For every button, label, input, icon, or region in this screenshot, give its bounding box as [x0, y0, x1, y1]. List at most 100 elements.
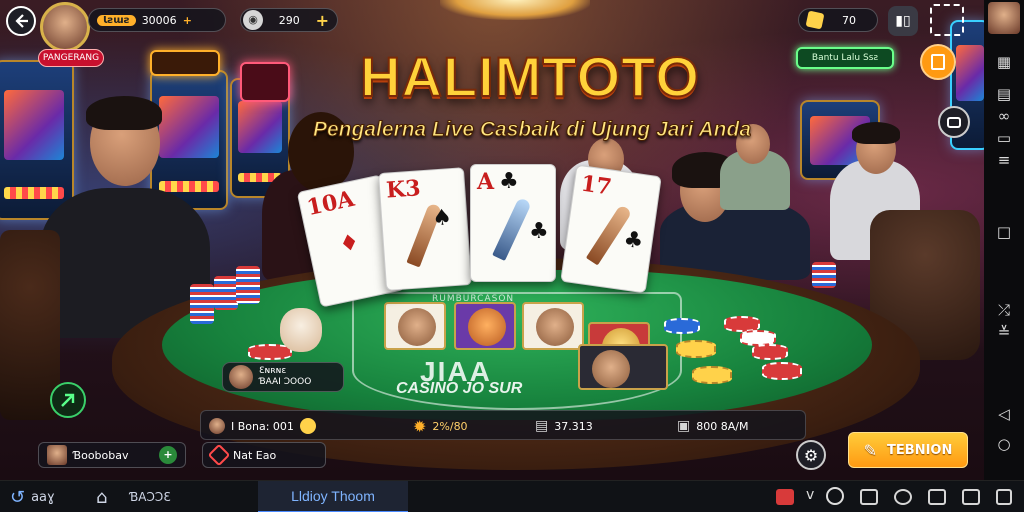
mini-card-2[interactable]	[454, 302, 516, 350]
add-friend-icon[interactable]: +	[159, 446, 177, 464]
bet-label: Nat Eao	[233, 448, 277, 462]
diamond-suit-icon: ♦	[337, 229, 362, 259]
club-suit-icon: ♣	[621, 226, 645, 255]
nav-back[interactable]: ↺ aaɣ	[10, 481, 55, 512]
stat-jackpot[interactable]: ▣ 800 8A/M	[677, 411, 748, 441]
timer-icon[interactable]	[894, 489, 912, 505]
tag-icon	[207, 443, 231, 467]
cash-icon: ▤	[535, 418, 549, 434]
playing-card-4[interactable]: 17 ♣	[560, 164, 662, 294]
mini-card-3[interactable]	[522, 302, 584, 350]
stat-bonus[interactable]: I Bona: 001	[209, 411, 316, 441]
add-coins-icon[interactable]: +	[316, 11, 329, 30]
nav-active-tab[interactable]: Lldioy Thoom	[258, 481, 408, 512]
clock-icon[interactable]	[826, 487, 844, 505]
gems-value: 70	[842, 13, 856, 27]
room-sign: Bantu Lalu Ssƨ	[796, 47, 894, 69]
player-info-bar[interactable]: Ɩƨɯƨ 30006 +	[88, 8, 226, 32]
wall-sign-left-2	[240, 62, 290, 102]
layers-icon[interactable]: ▭	[994, 128, 1014, 148]
edit-icon[interactable]	[962, 489, 980, 505]
blade-art	[492, 197, 532, 261]
balance-value: 30006	[141, 13, 177, 27]
chip-stack	[236, 266, 260, 304]
chevron-down-icon[interactable]: v	[806, 487, 814, 503]
coin-bag-icon: ◉	[243, 10, 263, 30]
link-icon[interactable]: ∞	[994, 106, 1014, 126]
mini-card-5[interactable]	[578, 344, 668, 390]
side-avatar[interactable]	[988, 2, 1020, 34]
club-suit-icon: ♣	[529, 219, 549, 244]
back-button[interactable]	[6, 6, 36, 36]
home-circle-icon[interactable]: ○	[994, 434, 1014, 454]
screen-icon[interactable]	[928, 489, 946, 505]
slot-machine-left-2	[150, 70, 228, 210]
pencil-icon: ✎	[863, 440, 878, 460]
share-button[interactable]	[50, 382, 86, 418]
quest-button[interactable]	[920, 44, 956, 80]
action-button[interactable]: ✎ TEBNION	[848, 432, 968, 468]
dealer-tag[interactable]: Ɛɴʀɴɛ ƁAAI ƆOOO	[222, 362, 344, 392]
dealer-tag-line1: Ɛɴʀɴɛ	[259, 366, 287, 376]
nav-home[interactable]: ⌂ ƁAƆƆƐ	[96, 481, 171, 512]
shuffle-icon[interactable]: ⤮	[994, 300, 1014, 320]
record-icon[interactable]	[776, 489, 794, 505]
bet-button[interactable]: Nat Eao	[202, 442, 326, 468]
gem-icon	[805, 10, 825, 30]
gear-icon: ⚙	[803, 445, 819, 465]
chat-user-name: Ɓoobobav	[73, 448, 129, 462]
player-name-chip: Ɩƨɯƨ	[97, 14, 136, 26]
nav-home-label: ƁAƆƆƐ	[129, 490, 171, 504]
document-icon	[931, 54, 945, 70]
dealer-avatar	[229, 365, 253, 389]
card-rank: A	[477, 169, 495, 195]
back-triangle-icon[interactable]: ◁	[994, 404, 1014, 424]
chandelier	[440, 0, 590, 20]
menu-icon[interactable]: ≡	[994, 150, 1014, 170]
game-title: HALIMTOTO	[359, 44, 700, 109]
player-avatar[interactable]	[40, 2, 90, 52]
wall-sign-left	[150, 50, 220, 76]
spade-suit-icon: ♠	[431, 205, 453, 232]
card-rank: K3	[385, 175, 422, 204]
stat-bonus-value: I Bona: 001	[231, 419, 294, 433]
sun-coin-icon: ✹	[413, 416, 427, 436]
coin-icon	[299, 418, 316, 434]
gems-bar[interactable]: 70	[798, 8, 878, 32]
grid-icon[interactable]: ▦	[994, 52, 1014, 72]
fullscreen-button[interactable]	[930, 4, 964, 36]
dealer-tag-line2: ƁAAI ƆOOO	[259, 377, 312, 387]
mini-card-1[interactable]	[384, 302, 446, 350]
system-side-bar: ▦ ▤ ∞ ▭ ≡ □ ⤮ ≚ ◁ ○	[984, 0, 1024, 480]
coins-bar[interactable]: ◉ 290 +	[240, 8, 338, 32]
settings-button[interactable]: ⚙	[796, 440, 826, 470]
stat-total[interactable]: ▤ 37.313	[535, 411, 593, 441]
coin-plus-icon[interactable]: +	[183, 14, 192, 27]
user-avatar	[47, 445, 67, 465]
stat-win-value: 2%/80	[432, 419, 468, 433]
window-icon[interactable]	[996, 489, 1012, 505]
camera-button[interactable]	[938, 106, 970, 138]
chip-pile	[762, 362, 802, 380]
playing-card-2[interactable]: K3 ♠	[377, 167, 473, 291]
room-sign-text: Bantu Lalu Ssƨ	[811, 53, 879, 63]
stat-win[interactable]: ✹ 2%/80	[413, 411, 468, 441]
arrow-up-right-icon	[61, 393, 75, 407]
cat-mascot	[280, 308, 322, 352]
coins-value: 290	[278, 13, 300, 27]
system-nav-bar: ↺ aaɣ ⌂ ƁAƆƆƐ Lldioy Thoom v	[0, 480, 1024, 512]
arrow-left-icon	[15, 14, 28, 28]
chip-pile	[664, 318, 700, 334]
chat-user-bar[interactable]: Ɓoobobav +	[38, 442, 186, 468]
crop-icon[interactable]	[860, 489, 878, 505]
cards-menu-button[interactable]: ▮▯	[888, 6, 918, 36]
collapse-icon[interactable]: ≚	[994, 322, 1014, 342]
camera-icon	[947, 116, 961, 128]
chest-icon: ▣	[677, 418, 691, 434]
chip-pile	[676, 340, 716, 358]
playing-card-3[interactable]: A ♣ ♣	[470, 164, 556, 282]
list-icon[interactable]: ▤	[994, 84, 1014, 104]
card-rank: 10A	[304, 185, 357, 222]
profile-badge[interactable]: PANGERANG	[38, 49, 104, 67]
square-icon[interactable]: □	[994, 222, 1014, 242]
